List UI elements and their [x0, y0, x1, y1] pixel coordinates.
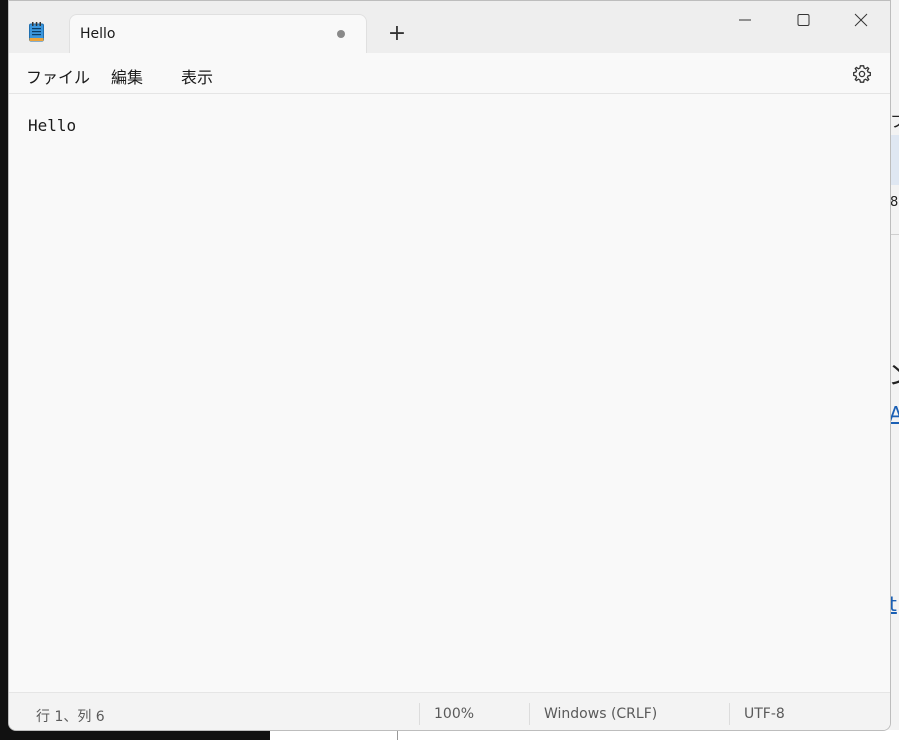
- close-icon[interactable]: [842, 9, 882, 31]
- zoom-level[interactable]: 100%: [434, 706, 474, 722]
- status-divider: [729, 703, 730, 725]
- background-text-fragment: 8: [890, 195, 899, 210]
- gear-icon[interactable]: [852, 64, 872, 84]
- menu-edit[interactable]: 編集: [111, 64, 143, 88]
- background-divider: [397, 730, 398, 740]
- encoding[interactable]: UTF-8: [744, 706, 785, 722]
- title-bar[interactable]: Hello +: [9, 1, 890, 53]
- line-ending[interactable]: Windows (CRLF): [544, 706, 657, 722]
- new-tab-button[interactable]: +: [385, 23, 409, 47]
- menu-view[interactable]: 表示: [181, 64, 213, 88]
- background-panel-strip: [890, 135, 899, 185]
- notepad-window: Hello + ファイル 編集 表示 Hello 行 1、列 6 100% Wi…: [8, 0, 891, 731]
- editor-content[interactable]: Hello: [28, 116, 76, 135]
- cursor-position: 行 1、列 6: [36, 709, 105, 725]
- text-editor[interactable]: Hello: [9, 94, 890, 692]
- unsaved-dot-icon[interactable]: [337, 30, 345, 38]
- maximize-icon[interactable]: [784, 9, 824, 31]
- background-bottom-strip: [270, 730, 899, 740]
- background-divider: [890, 234, 899, 235]
- background-text-fragment: フ: [890, 112, 899, 131]
- status-divider: [419, 703, 420, 725]
- tab-title: Hello: [80, 26, 116, 42]
- minimize-icon[interactable]: [725, 9, 765, 31]
- tab-document[interactable]: Hello: [69, 14, 367, 53]
- notepad-icon: [29, 22, 44, 42]
- status-divider: [529, 703, 530, 725]
- menu-file[interactable]: ファイル: [26, 64, 90, 88]
- status-bar: 行 1、列 6 100% Windows (CRLF) UTF-8: [9, 692, 890, 730]
- menu-bar: ファイル 編集 表示: [9, 53, 890, 94]
